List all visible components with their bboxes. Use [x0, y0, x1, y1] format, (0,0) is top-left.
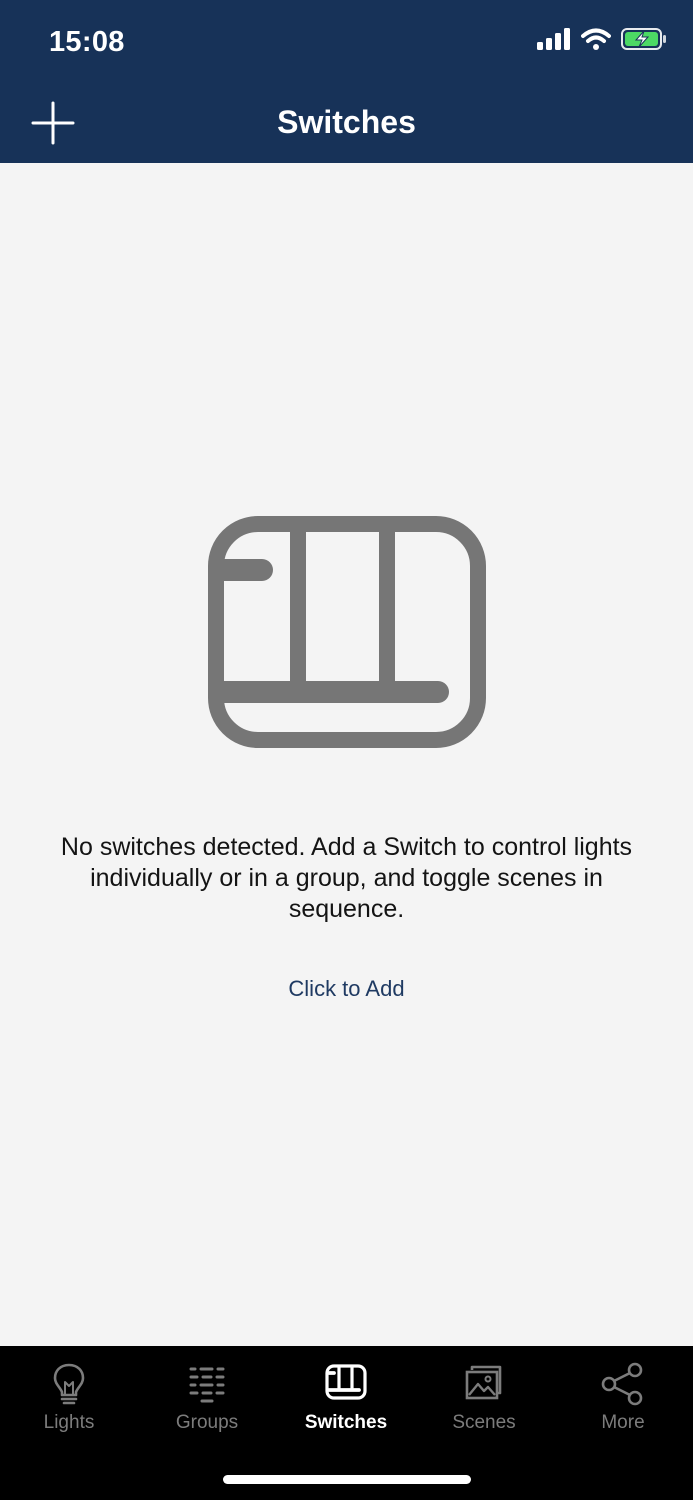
- status-time: 15:08: [49, 26, 125, 58]
- empty-state-message: No switches detected. Add a Switch to co…: [60, 833, 633, 923]
- tab-label: Scenes: [452, 1412, 516, 1433]
- wifi-icon: [581, 28, 611, 50]
- header-bar: 15:08 Switches: [0, 0, 693, 163]
- home-indicator: [223, 1475, 471, 1484]
- status-icons: [537, 28, 667, 50]
- main-content: No switches detected. Add a Switch to co…: [0, 163, 693, 1346]
- switch-icon: [325, 1364, 367, 1400]
- scenes-icon: [465, 1365, 502, 1400]
- groups-icon: [189, 1367, 225, 1403]
- share-icon: [601, 1362, 643, 1406]
- signal-icon: [537, 28, 570, 50]
- tab-groups[interactable]: Groups: [138, 1360, 276, 1440]
- page-title: Switches: [277, 104, 416, 140]
- battery-charging-icon: [621, 28, 666, 50]
- tab-bar: Lights Groups Switches Scenes More: [0, 1346, 693, 1500]
- tab-switches[interactable]: Switches: [277, 1360, 415, 1440]
- tab-label: More: [601, 1412, 645, 1433]
- tab-more[interactable]: More: [554, 1360, 692, 1440]
- lightbulb-icon: [53, 1363, 85, 1405]
- tab-scenes[interactable]: Scenes: [415, 1360, 553, 1440]
- tab-lights[interactable]: Lights: [0, 1360, 138, 1440]
- click-to-add-link[interactable]: Click to Add: [0, 975, 693, 1003]
- switch-icon: [208, 516, 486, 748]
- tab-label: Groups: [175, 1412, 239, 1433]
- tab-label: Switches: [304, 1412, 388, 1433]
- tab-label: Lights: [43, 1412, 95, 1433]
